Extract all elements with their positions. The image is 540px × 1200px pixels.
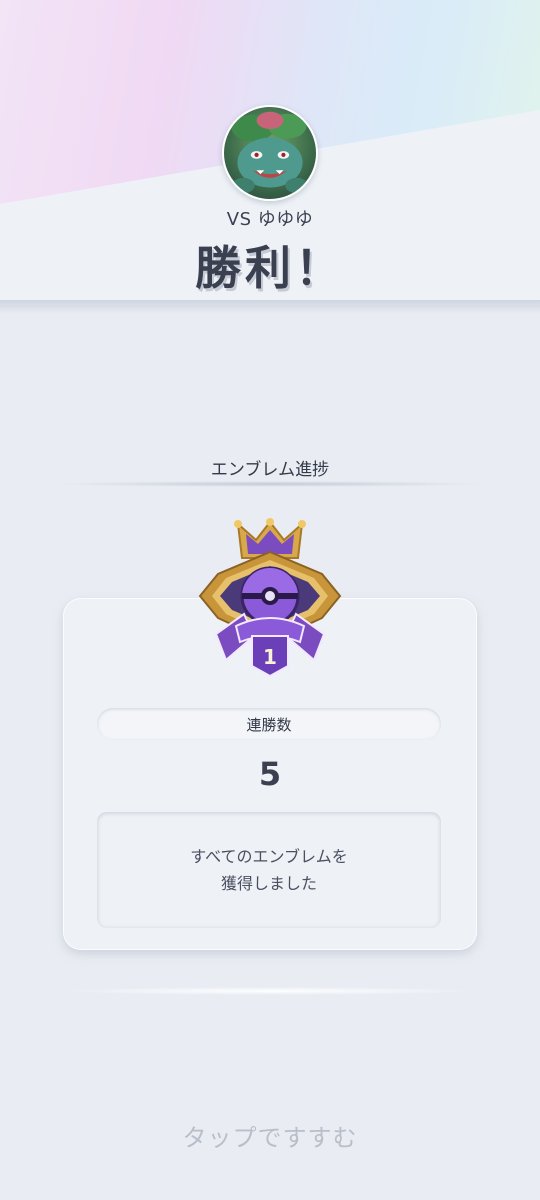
emblem-message-line1: すべてのエンブレムを	[190, 847, 348, 866]
opponent-name: VS ゆゆゆ	[226, 209, 314, 230]
win-streak-label: 連勝数	[97, 708, 441, 740]
emblem-crest-icon: 1	[198, 518, 342, 678]
emblem-badge: 1	[196, 518, 344, 678]
card-divider	[60, 987, 480, 995]
emblem-message-line2: 獲得しました	[220, 874, 317, 893]
venusaur-portrait-icon	[231, 111, 309, 194]
battle-result-screen[interactable]: VS ゆゆゆ 勝利！ エンブレム進捗 1 連勝数 5 すべてのエンブレムを 獲得…	[0, 0, 540, 1200]
result-title: 勝利！	[195, 241, 345, 295]
emblem-progress-title: エンブレム進捗	[210, 460, 330, 480]
opponent-avatar	[222, 105, 318, 201]
tap-to-continue[interactable]: タップですすむ	[0, 1118, 540, 1153]
win-streak-label-text: 連勝数	[246, 715, 292, 734]
win-streak-value: 5	[258, 755, 282, 793]
section-divider	[50, 481, 490, 487]
emblem-rank-number: 1	[263, 645, 277, 669]
emblem-message-box: すべてのエンブレムを 獲得しました	[97, 812, 441, 928]
header-divider	[0, 300, 540, 314]
